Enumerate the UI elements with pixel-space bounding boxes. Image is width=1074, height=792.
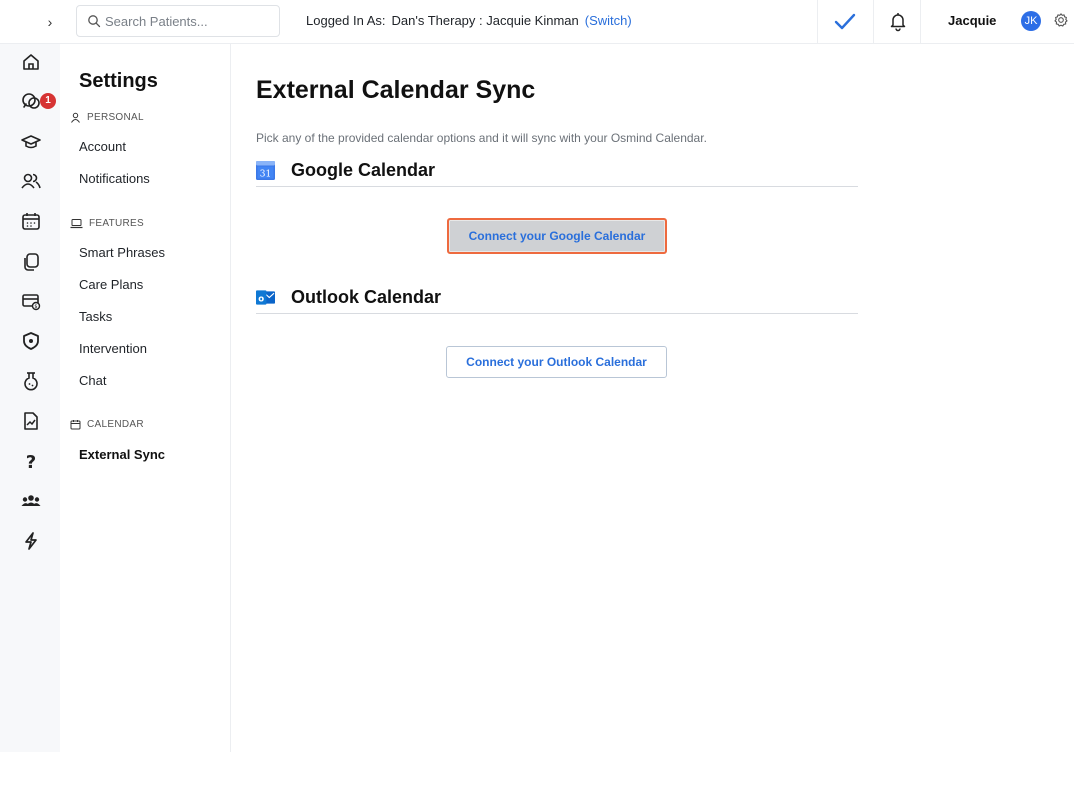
practice-name: Dan's Therapy : Jacquie Kinman — [391, 13, 579, 28]
divider — [873, 0, 874, 44]
calendar-icon[interactable] — [20, 210, 42, 232]
svg-text:31: 31 — [260, 170, 271, 180]
svg-text:?: ? — [26, 452, 36, 472]
nav-item-chat[interactable]: Chat — [79, 373, 106, 388]
user-name[interactable]: Jacquie — [948, 13, 996, 28]
gear-icon[interactable] — [1053, 12, 1069, 28]
patient-search[interactable] — [76, 5, 280, 37]
billing-icon[interactable]: $ — [20, 290, 42, 312]
nav-item-intervention[interactable]: Intervention — [79, 341, 147, 356]
search-icon — [88, 15, 101, 28]
divider — [817, 0, 818, 44]
search-input[interactable] — [105, 12, 273, 30]
app-window: › Logged In As: Dan's Therapy : Jacquie K… — [0, 0, 1074, 752]
lightning-icon[interactable] — [20, 530, 42, 552]
nav-item-account[interactable]: Account — [79, 139, 126, 154]
person-icon — [71, 112, 80, 123]
google-calendar-header: 31 Google Calendar — [256, 159, 858, 187]
logged-in-label: Logged In As: — [306, 13, 386, 28]
outlook-calendar-icon: o — [256, 290, 275, 305]
section-personal: PERSONAL — [70, 112, 144, 123]
svg-text:$: $ — [34, 304, 37, 310]
section-features-label: FEATURES — [89, 218, 144, 229]
shield-icon[interactable] — [20, 330, 42, 352]
education-icon[interactable] — [20, 131, 42, 153]
settings-title: Settings — [79, 70, 158, 92]
messages-badge: 1 — [40, 93, 56, 109]
page-description: Pick any of the provided calendar option… — [256, 131, 707, 145]
section-features: FEATURES — [70, 218, 144, 229]
connect-google-calendar-button[interactable]: Connect your Google Calendar — [447, 218, 667, 254]
section-calendar-label: CALENDAR — [87, 419, 144, 430]
nav-item-notifications[interactable]: Notifications — [79, 171, 150, 186]
messages-icon[interactable] — [20, 90, 42, 112]
section-personal-label: PERSONAL — [87, 112, 144, 123]
outlook-calendar-header: o Outlook Calendar — [256, 286, 858, 314]
labs-icon[interactable] — [20, 370, 42, 392]
outlook-calendar-title: Outlook Calendar — [291, 287, 442, 307]
switch-link[interactable]: (Switch) — [585, 13, 632, 28]
settings-sidebar: Settings PERSONAL Account Notifications … — [60, 44, 231, 752]
divider — [920, 0, 921, 44]
google-calendar-icon: 31 — [256, 161, 275, 180]
documents-icon[interactable] — [20, 251, 42, 273]
help-icon[interactable]: ? — [20, 450, 42, 473]
laptop-icon — [70, 219, 83, 229]
page-title: External Calendar Sync — [256, 76, 536, 104]
svg-text:o: o — [258, 294, 264, 304]
section-calendar: CALENDAR — [70, 419, 144, 430]
connect-outlook-calendar-button[interactable]: Connect your Outlook Calendar — [446, 346, 667, 378]
reports-icon[interactable] — [20, 410, 42, 432]
patients-icon[interactable] — [20, 170, 42, 192]
calendar-small-icon — [70, 420, 81, 430]
main-content: External Calendar Sync Pick any of the p… — [231, 44, 1074, 752]
team-icon[interactable] — [20, 490, 42, 512]
bell-icon[interactable] — [886, 9, 910, 33]
logged-in-info: Logged In As: Dan's Therapy : Jacquie Kin… — [306, 13, 632, 28]
avatar[interactable]: JK — [1021, 11, 1041, 31]
checkmark-icon[interactable] — [830, 8, 860, 36]
nav-item-tasks[interactable]: Tasks — [79, 309, 112, 324]
nav-item-care-plans[interactable]: Care Plans — [79, 277, 143, 292]
chevron-right-icon[interactable]: › — [40, 12, 60, 32]
nav-item-smart-phrases[interactable]: Smart Phrases — [79, 245, 165, 260]
icon-rail: $ ? 1 — [0, 44, 60, 752]
nav-item-external-sync[interactable]: External Sync — [79, 447, 165, 462]
top-bar: › Logged In As: Dan's Therapy : Jacquie K… — [0, 0, 1074, 44]
home-icon[interactable] — [20, 51, 42, 73]
google-calendar-title: Google Calendar — [291, 160, 436, 180]
page-background-bottom — [0, 752, 1074, 792]
